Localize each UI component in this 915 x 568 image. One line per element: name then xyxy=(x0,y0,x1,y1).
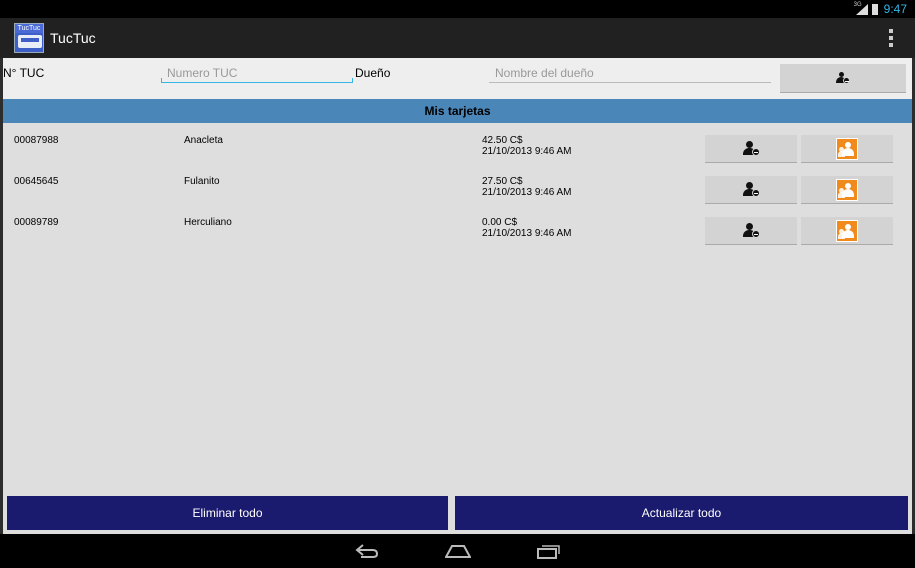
tuc-input-edge-right xyxy=(352,78,353,83)
delete-all-button[interactable]: Eliminar todo xyxy=(7,496,448,530)
recent-apps-icon[interactable] xyxy=(537,543,561,559)
remove-user-button[interactable] xyxy=(705,217,797,245)
card-row: 00087988 Anacleta 42.50 C$ 21/10/2013 9:… xyxy=(3,123,912,164)
add-user-button[interactable] xyxy=(780,64,906,93)
card-balance: 27.50 C$ xyxy=(482,176,523,187)
android-screen: 3G 9:47 TucTuc TucTuc N° TUC Dueño xyxy=(0,0,915,568)
add-card-form: N° TUC Dueño xyxy=(3,58,912,99)
card-date: 21/10/2013 9:46 AM xyxy=(482,228,572,239)
contacts-button[interactable] xyxy=(801,176,893,204)
card-owner: Herculiano xyxy=(184,217,232,228)
card-row: 00089789 Herculiano 0.00 C$ 21/10/2013 9… xyxy=(3,205,912,246)
remove-user-button[interactable] xyxy=(705,135,797,163)
contacts-icon xyxy=(836,178,858,201)
card-number: 00087988 xyxy=(14,135,59,146)
card-balance: 42.50 C$ xyxy=(482,135,523,146)
contacts-icon xyxy=(836,137,858,160)
app-title: TucTuc xyxy=(50,30,96,46)
tuc-label: N° TUC xyxy=(3,66,45,80)
card-owner: Anacleta xyxy=(184,135,223,146)
owner-label: Dueño xyxy=(355,66,391,80)
owner-name-input[interactable] xyxy=(489,63,771,83)
clock: 9:47 xyxy=(883,2,907,16)
section-title: Mis tarjetas xyxy=(424,104,491,118)
card-row: 00645645 Fulanito 27.50 C$ 21/10/2013 9:… xyxy=(3,164,912,205)
card-date: 21/10/2013 9:46 AM xyxy=(482,187,572,198)
bus-icon xyxy=(18,35,42,48)
action-bar: TucTuc TucTuc xyxy=(0,18,915,58)
navigation-bar xyxy=(0,534,915,568)
refresh-all-button[interactable]: Actualizar todo xyxy=(455,496,908,530)
section-header: Mis tarjetas xyxy=(3,99,912,123)
card-balance-block: 0.00 C$ 21/10/2013 9:46 AM xyxy=(482,217,572,239)
tuc-input-edge-left xyxy=(161,78,162,83)
card-number: 00089789 xyxy=(14,217,59,228)
signal-icon: 3G xyxy=(853,1,868,15)
card-balance-block: 27.50 C$ 21/10/2013 9:46 AM xyxy=(482,176,572,198)
contacts-button[interactable] xyxy=(801,217,893,245)
signal-label: 3G xyxy=(853,1,862,8)
app-logo: TucTuc xyxy=(14,23,44,53)
card-balance: 0.00 C$ xyxy=(482,217,518,228)
remove-user-button[interactable] xyxy=(705,176,797,204)
contacts-icon xyxy=(836,219,858,242)
remove-user-icon xyxy=(742,222,760,239)
remove-user-icon xyxy=(742,181,760,198)
status-bar: 3G 9:47 xyxy=(0,0,915,18)
card-balance-block: 42.50 C$ 21/10/2013 9:46 AM xyxy=(482,135,572,157)
card-list: 00087988 Anacleta 42.50 C$ 21/10/2013 9:… xyxy=(3,123,912,246)
remove-user-icon xyxy=(742,140,760,157)
battery-icon xyxy=(871,3,878,15)
card-owner: Fulanito xyxy=(184,176,220,187)
main-content: N° TUC Dueño Mis tarjetas 00087988 Anacl… xyxy=(3,58,912,534)
app-logo-text: TucTuc xyxy=(15,24,43,33)
back-icon[interactable] xyxy=(355,543,379,559)
overflow-menu-icon[interactable] xyxy=(889,29,893,47)
add-user-icon xyxy=(836,72,850,84)
tuc-number-input[interactable] xyxy=(161,63,353,83)
home-icon[interactable] xyxy=(445,543,471,559)
contacts-button[interactable] xyxy=(801,135,893,163)
bottom-actions: Eliminar todo Actualizar todo xyxy=(3,495,912,531)
card-date: 21/10/2013 9:46 AM xyxy=(482,146,572,157)
card-number: 00645645 xyxy=(14,176,59,187)
